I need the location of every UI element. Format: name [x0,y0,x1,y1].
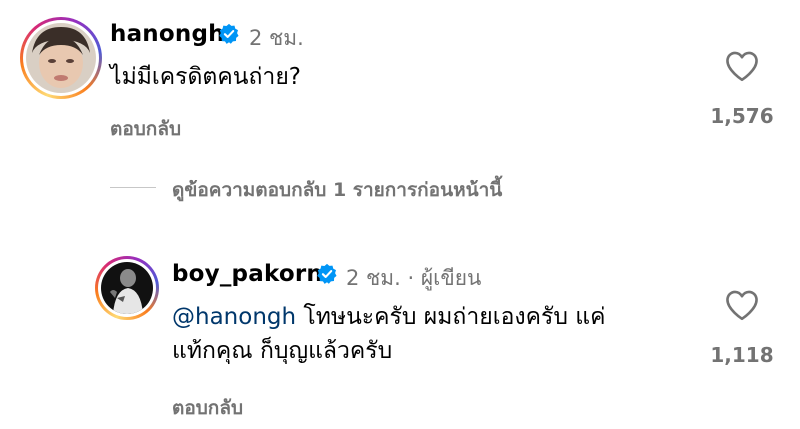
avatar-hanongh[interactable] [20,17,102,99]
comment-time: 2 ชม. [249,26,304,50]
view-previous-replies-link[interactable]: ดูข้อความตอบกลับ 1 รายการก่อนหน้านี้ [172,175,502,205]
comment-text-line-2: แท้กคุณ ก็บุญแล้วครับ [172,338,393,364]
comment-time: 2 ชม. [346,266,401,290]
comment-meta: 2 ชม. · ผู้เขียน [346,262,481,295]
heart-outline-icon[interactable] [724,289,760,321]
heart-outline-icon[interactable] [724,50,760,82]
author-badge: ผู้เขียน [420,266,482,290]
mention-link[interactable]: @hanongh [172,304,296,330]
verified-badge-icon [317,263,337,284]
like-count: 1,576 [710,104,774,128]
avatar-boy-pakorn[interactable] [95,256,159,320]
avatar-photo-hanongh [26,23,96,93]
verified-badge-icon [219,23,239,44]
like-count: 1,118 [710,343,774,367]
meta-separator: · [407,266,415,290]
reply-button[interactable]: ตอบกลับ [110,114,181,144]
comment-username[interactable]: boy_pakorn [172,261,323,287]
reply-button[interactable]: ตอบกลับ [172,393,243,423]
comment-text: ไม่มีเครดิตคนถ่าย? [110,64,301,90]
comment-username[interactable]: hanongh [110,21,225,47]
comment-text: @hanongh โทษนะครับ ผมถ่ายเองครับ แค่ แท้… [172,300,606,368]
avatar-photo-boy-pakorn [101,262,153,314]
replies-divider [110,187,156,188]
comment-text-line-1: โทษนะครับ ผมถ่ายเองครับ แค่ [303,304,606,330]
